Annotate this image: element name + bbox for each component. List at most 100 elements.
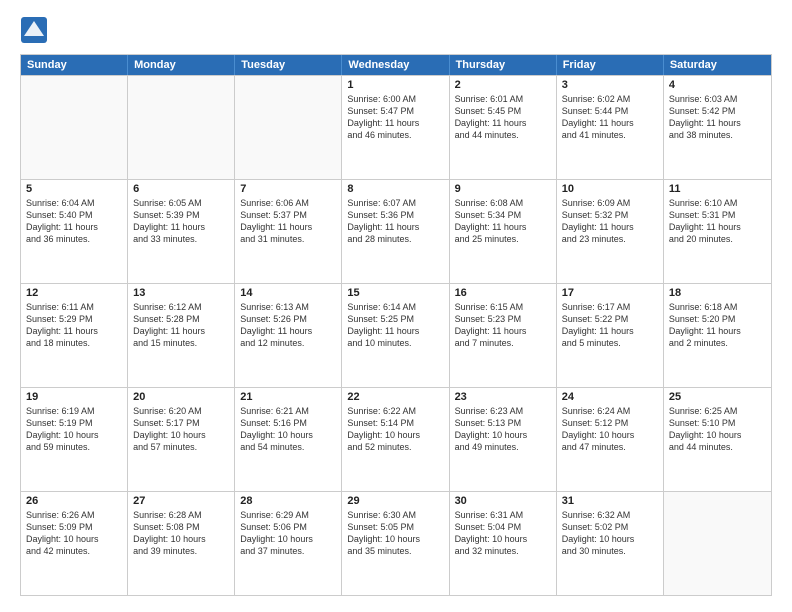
day-number: 25: [669, 391, 766, 403]
calendar-day-16: 16 Sunrise: 6:15 AM Sunset: 5:23 PM Dayli…: [450, 284, 557, 387]
calendar-day-31: 31 Sunrise: 6:32 AM Sunset: 5:02 PM Dayli…: [557, 492, 664, 595]
day-info: Sunrise: 6:31 AM Sunset: 5:04 PM Dayligh…: [455, 509, 551, 558]
calendar-day-2: 2 Sunrise: 6:01 AM Sunset: 5:45 PM Daylig…: [450, 76, 557, 179]
day-info: Sunrise: 6:03 AM Sunset: 5:42 PM Dayligh…: [669, 93, 766, 142]
day-number: 6: [133, 183, 229, 195]
day-number: 9: [455, 183, 551, 195]
day-number: 3: [562, 79, 658, 91]
calendar-day-27: 27 Sunrise: 6:28 AM Sunset: 5:08 PM Dayli…: [128, 492, 235, 595]
day-number: 21: [240, 391, 336, 403]
day-info: Sunrise: 6:01 AM Sunset: 5:45 PM Dayligh…: [455, 93, 551, 142]
calendar-header-wednesday: Wednesday: [342, 55, 449, 75]
calendar-day-12: 12Sunrise: 6:11 AM Sunset: 5:29 PM Dayli…: [21, 284, 128, 387]
calendar-day-10: 10Sunrise: 6:09 AM Sunset: 5:32 PM Dayli…: [557, 180, 664, 283]
day-info: Sunrise: 6:25 AM Sunset: 5:10 PM Dayligh…: [669, 405, 766, 454]
day-info: Sunrise: 6:29 AM Sunset: 5:06 PM Dayligh…: [240, 509, 336, 558]
calendar-day-23: 23 Sunrise: 6:23 AM Sunset: 5:13 PM Dayli…: [450, 388, 557, 491]
day-number: 26: [26, 495, 122, 507]
calendar-header-thursday: Thursday: [450, 55, 557, 75]
day-info: Sunrise: 6:22 AM Sunset: 5:14 PM Dayligh…: [347, 405, 443, 454]
calendar-empty-cell: [664, 492, 771, 595]
day-number: 16: [455, 287, 551, 299]
calendar-day-3: 3 Sunrise: 6:02 AM Sunset: 5:44 PM Daylig…: [557, 76, 664, 179]
calendar-day-1: 1 Sunrise: 6:00 AM Sunset: 5:47 PM Daylig…: [342, 76, 449, 179]
day-number: 2: [455, 79, 551, 91]
calendar-empty-cell: [21, 76, 128, 179]
calendar-week-2: 5Sunrise: 6:04 AM Sunset: 5:40 PM Daylig…: [21, 179, 771, 283]
day-number: 18: [669, 287, 766, 299]
calendar-day-24: 24 Sunrise: 6:24 AM Sunset: 5:12 PM Dayli…: [557, 388, 664, 491]
logo: [20, 16, 52, 44]
calendar-week-5: 26 Sunrise: 6:26 AM Sunset: 5:09 PM Dayli…: [21, 491, 771, 595]
day-info: Sunrise: 6:08 AM Sunset: 5:34 PM Dayligh…: [455, 197, 551, 246]
day-info: Sunrise: 6:02 AM Sunset: 5:44 PM Dayligh…: [562, 93, 658, 142]
day-info: Sunrise: 6:10 AM Sunset: 5:31 PM Dayligh…: [669, 197, 766, 246]
day-number: 13: [133, 287, 229, 299]
day-info: Sunrise: 6:13 AM Sunset: 5:26 PM Dayligh…: [240, 301, 336, 350]
day-number: 24: [562, 391, 658, 403]
day-info: Sunrise: 6:15 AM Sunset: 5:23 PM Dayligh…: [455, 301, 551, 350]
calendar-day-9: 9 Sunrise: 6:08 AM Sunset: 5:34 PM Daylig…: [450, 180, 557, 283]
day-info: Sunrise: 6:28 AM Sunset: 5:08 PM Dayligh…: [133, 509, 229, 558]
day-number: 14: [240, 287, 336, 299]
day-number: 4: [669, 79, 766, 91]
day-number: 11: [669, 183, 766, 195]
day-info: Sunrise: 6:12 AM Sunset: 5:28 PM Dayligh…: [133, 301, 229, 350]
day-number: 8: [347, 183, 443, 195]
calendar-header-sunday: Sunday: [21, 55, 128, 75]
calendar-header-friday: Friday: [557, 55, 664, 75]
calendar-day-6: 6 Sunrise: 6:05 AM Sunset: 5:39 PM Daylig…: [128, 180, 235, 283]
day-number: 7: [240, 183, 336, 195]
calendar-day-28: 28 Sunrise: 6:29 AM Sunset: 5:06 PM Dayli…: [235, 492, 342, 595]
day-info: Sunrise: 6:23 AM Sunset: 5:13 PM Dayligh…: [455, 405, 551, 454]
calendar-day-8: 8 Sunrise: 6:07 AM Sunset: 5:36 PM Daylig…: [342, 180, 449, 283]
calendar-day-5: 5Sunrise: 6:04 AM Sunset: 5:40 PM Daylig…: [21, 180, 128, 283]
calendar-day-19: 19 Sunrise: 6:19 AM Sunset: 5:19 PM Dayli…: [21, 388, 128, 491]
calendar-day-13: 13 Sunrise: 6:12 AM Sunset: 5:28 PM Dayli…: [128, 284, 235, 387]
day-info: Sunrise: 6:06 AM Sunset: 5:37 PM Dayligh…: [240, 197, 336, 246]
day-number: 20: [133, 391, 229, 403]
day-number: 15: [347, 287, 443, 299]
day-info: Sunrise: 6:07 AM Sunset: 5:36 PM Dayligh…: [347, 197, 443, 246]
calendar-body: 1 Sunrise: 6:00 AM Sunset: 5:47 PM Daylig…: [21, 75, 771, 595]
calendar-week-4: 19 Sunrise: 6:19 AM Sunset: 5:19 PM Dayli…: [21, 387, 771, 491]
day-info: Sunrise: 6:26 AM Sunset: 5:09 PM Dayligh…: [26, 509, 122, 558]
day-number: 19: [26, 391, 122, 403]
day-number: 1: [347, 79, 443, 91]
day-info: Sunrise: 6:24 AM Sunset: 5:12 PM Dayligh…: [562, 405, 658, 454]
day-info: Sunrise: 6:09 AM Sunset: 5:32 PM Dayligh…: [562, 197, 658, 246]
day-info: Sunrise: 6:30 AM Sunset: 5:05 PM Dayligh…: [347, 509, 443, 558]
calendar-header-monday: Monday: [128, 55, 235, 75]
day-number: 27: [133, 495, 229, 507]
page-header: [20, 16, 772, 44]
calendar: SundayMondayTuesdayWednesdayThursdayFrid…: [20, 54, 772, 596]
calendar-day-20: 20 Sunrise: 6:20 AM Sunset: 5:17 PM Dayli…: [128, 388, 235, 491]
day-number: 23: [455, 391, 551, 403]
calendar-header: SundayMondayTuesdayWednesdayThursdayFrid…: [21, 55, 771, 75]
day-number: 29: [347, 495, 443, 507]
day-info: Sunrise: 6:14 AM Sunset: 5:25 PM Dayligh…: [347, 301, 443, 350]
calendar-day-17: 17Sunrise: 6:17 AM Sunset: 5:22 PM Dayli…: [557, 284, 664, 387]
calendar-day-15: 15 Sunrise: 6:14 AM Sunset: 5:25 PM Dayli…: [342, 284, 449, 387]
calendar-day-4: 4 Sunrise: 6:03 AM Sunset: 5:42 PM Daylig…: [664, 76, 771, 179]
calendar-day-11: 11 Sunrise: 6:10 AM Sunset: 5:31 PM Dayli…: [664, 180, 771, 283]
day-info: Sunrise: 6:21 AM Sunset: 5:16 PM Dayligh…: [240, 405, 336, 454]
calendar-day-21: 21 Sunrise: 6:21 AM Sunset: 5:16 PM Dayli…: [235, 388, 342, 491]
day-info: Sunrise: 6:05 AM Sunset: 5:39 PM Dayligh…: [133, 197, 229, 246]
day-info: Sunrise: 6:04 AM Sunset: 5:40 PM Dayligh…: [26, 197, 122, 246]
day-info: Sunrise: 6:20 AM Sunset: 5:17 PM Dayligh…: [133, 405, 229, 454]
calendar-day-14: 14 Sunrise: 6:13 AM Sunset: 5:26 PM Dayli…: [235, 284, 342, 387]
calendar-day-18: 18Sunrise: 6:18 AM Sunset: 5:20 PM Dayli…: [664, 284, 771, 387]
day-number: 31: [562, 495, 658, 507]
day-info: Sunrise: 6:00 AM Sunset: 5:47 PM Dayligh…: [347, 93, 443, 142]
day-number: 28: [240, 495, 336, 507]
calendar-day-26: 26 Sunrise: 6:26 AM Sunset: 5:09 PM Dayli…: [21, 492, 128, 595]
day-number: 30: [455, 495, 551, 507]
calendar-empty-cell: [128, 76, 235, 179]
day-info: Sunrise: 6:19 AM Sunset: 5:19 PM Dayligh…: [26, 405, 122, 454]
day-info: Sunrise: 6:17 AM Sunset: 5:22 PM Dayligh…: [562, 301, 658, 350]
day-info: Sunrise: 6:32 AM Sunset: 5:02 PM Dayligh…: [562, 509, 658, 558]
calendar-day-22: 22 Sunrise: 6:22 AM Sunset: 5:14 PM Dayli…: [342, 388, 449, 491]
day-number: 22: [347, 391, 443, 403]
calendar-day-30: 30 Sunrise: 6:31 AM Sunset: 5:04 PM Dayli…: [450, 492, 557, 595]
